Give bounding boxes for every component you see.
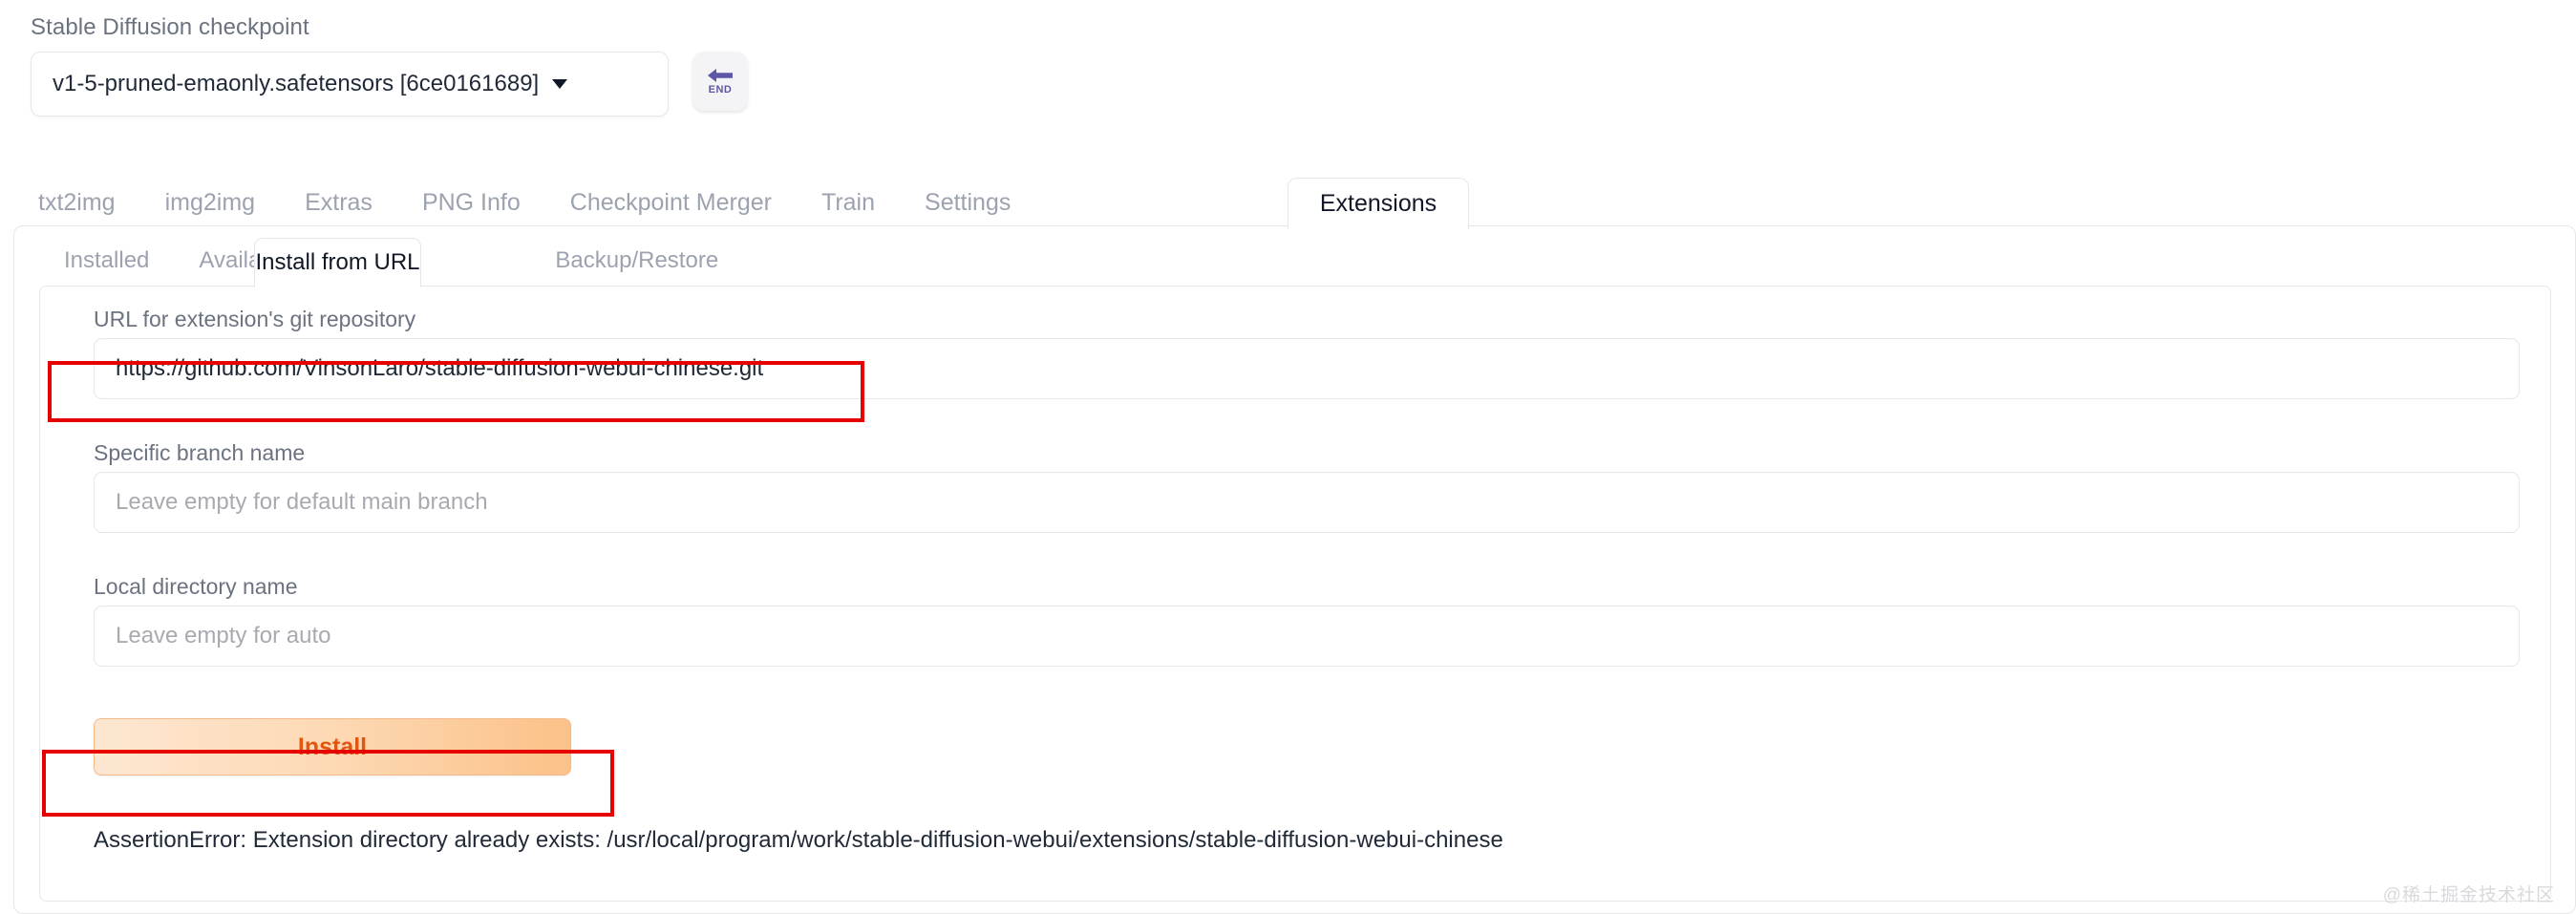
directory-field-label: Local directory name	[94, 574, 298, 599]
tab-extensions[interactable]: Extensions	[1288, 178, 1469, 229]
branch-input[interactable]: Leave empty for default main branch	[94, 472, 2520, 533]
tab-train[interactable]: Train	[797, 182, 900, 228]
tab-checkpoint-merger[interactable]: Checkpoint Merger	[545, 182, 797, 228]
directory-input[interactable]: Leave empty for auto	[94, 606, 2520, 667]
tab-img2img[interactable]: img2img	[140, 182, 280, 228]
tab-extras[interactable]: Extras	[280, 182, 397, 228]
checkpoint-row: v1-5-pruned-emaonly.safetensors [6ce0161…	[31, 52, 814, 117]
url-input[interactable]: https://github.com/VinsonLaro/stable-dif…	[94, 338, 2520, 399]
subtab-active-seam	[255, 284, 420, 288]
subtab-installed[interactable]: Installed	[39, 240, 174, 286]
checkpoint-label: Stable Diffusion checkpoint	[31, 14, 309, 40]
app-root: Stable Diffusion checkpoint v1-5-pruned-…	[0, 0, 2576, 914]
main-tab-active-seam	[1288, 223, 1468, 229]
subtab-backup-restore[interactable]: Backup/Restore	[530, 240, 743, 286]
install-from-url-panel: URL for extension's git repository https…	[39, 286, 2551, 902]
checkpoint-value: v1-5-pruned-emaonly.safetensors [6ce0161…	[53, 71, 540, 97]
branch-field-label: Specific branch name	[94, 440, 306, 465]
end-key-label: END	[708, 84, 733, 96]
url-field-label: URL for extension's git repository	[94, 307, 416, 331]
extensions-panel: Installed Available Install from URL Bac…	[13, 225, 2576, 914]
status-error-text: AssertionError: Extension directory alre…	[94, 827, 1503, 853]
watermark: @稀土掘金技术社区	[2382, 885, 2555, 905]
checkpoint-select[interactable]: v1-5-pruned-emaonly.safetensors [6ce0161…	[31, 52, 669, 117]
tab-png-info[interactable]: PNG Info	[397, 182, 545, 228]
arrow-left-icon	[706, 67, 734, 84]
end-key-button[interactable]: END	[692, 52, 748, 112]
chevron-down-icon	[552, 79, 568, 90]
checkpoint-block: Stable Diffusion checkpoint v1-5-pruned-…	[31, 14, 814, 117]
subtab-install-from-url[interactable]: Install from URL	[254, 238, 421, 287]
install-button[interactable]: Install	[94, 718, 571, 776]
tab-txt2img[interactable]: txt2img	[13, 182, 140, 228]
tab-settings[interactable]: Settings	[900, 182, 1035, 228]
